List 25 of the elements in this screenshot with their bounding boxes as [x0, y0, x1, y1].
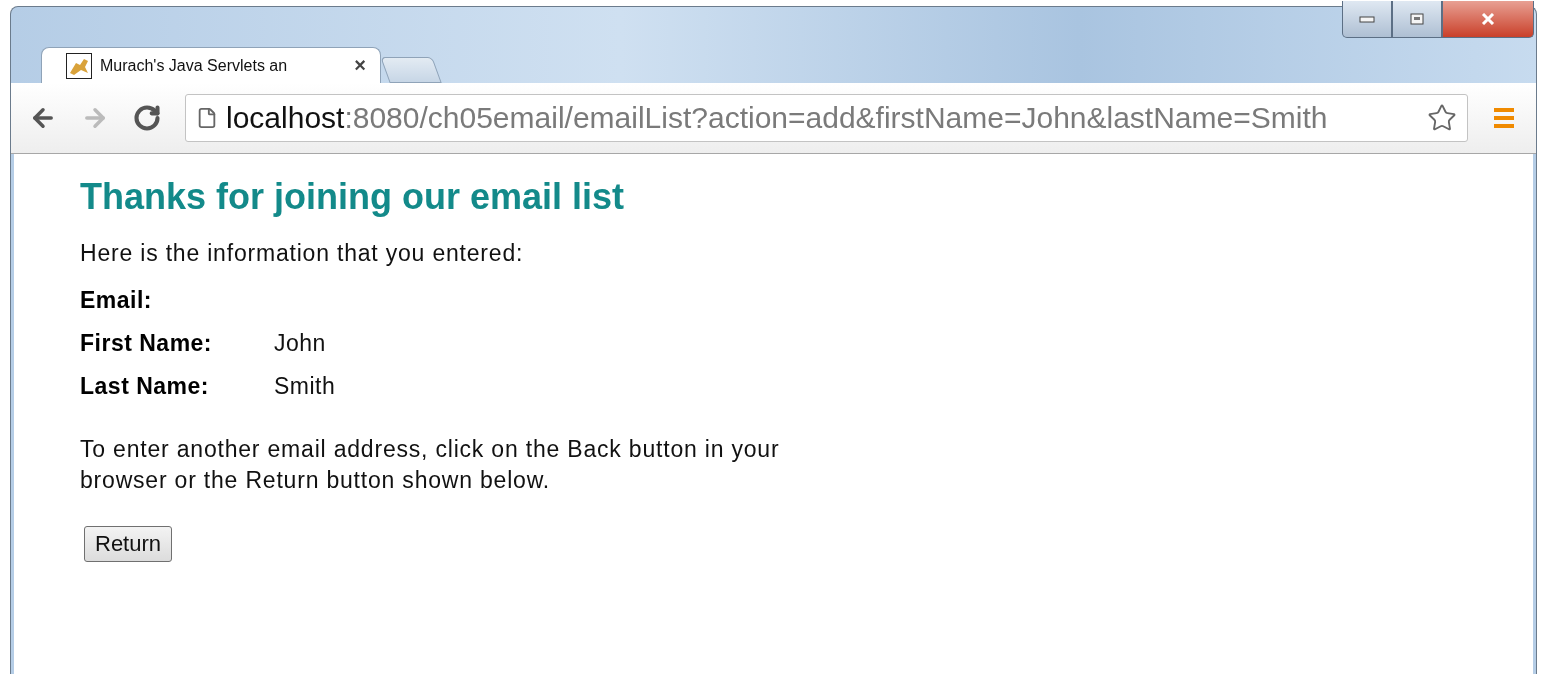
maximize-button[interactable]	[1392, 1, 1442, 38]
minimize-icon	[1359, 15, 1375, 23]
return-button[interactable]: Return	[84, 526, 173, 562]
tab-title: Murach's Java Servlets an	[100, 56, 289, 75]
tab-close-button[interactable]: ×	[354, 54, 366, 77]
field-label: First Name:	[80, 330, 214, 357]
reload-button[interactable]	[133, 104, 161, 132]
field-value: John	[274, 330, 327, 357]
field-label: Last Name:	[80, 373, 210, 400]
field-value: Smith	[274, 373, 336, 400]
menu-icon[interactable]	[1492, 106, 1516, 130]
field-label: Email:	[80, 287, 154, 314]
minimize-button[interactable]	[1342, 1, 1392, 38]
maximize-icon	[1410, 13, 1424, 25]
intro-text: Here is the information that you entered:	[80, 239, 525, 268]
close-button[interactable]	[1442, 1, 1534, 38]
url-text: localhost:8080/ch05email/emailList?action=add&firstName=John&lastName=Smith	[226, 101, 1329, 135]
page-heading: Thanks for joining our email list	[80, 176, 626, 218]
instructions-text: To enter another email address, click on the Back button in your browser or the Return button shown below.	[80, 435, 781, 495]
new-tab-button[interactable]	[380, 57, 442, 83]
star-icon[interactable]	[1427, 103, 1457, 133]
address-bar[interactable]: localhost:8080/ch05email/emailList?action=add&firstName=John&lastName=Smith	[185, 94, 1468, 142]
close-icon	[1480, 13, 1496, 25]
browser-tab[interactable]: Murach's Java Servlets an ×	[41, 47, 381, 83]
page-icon	[196, 107, 218, 129]
